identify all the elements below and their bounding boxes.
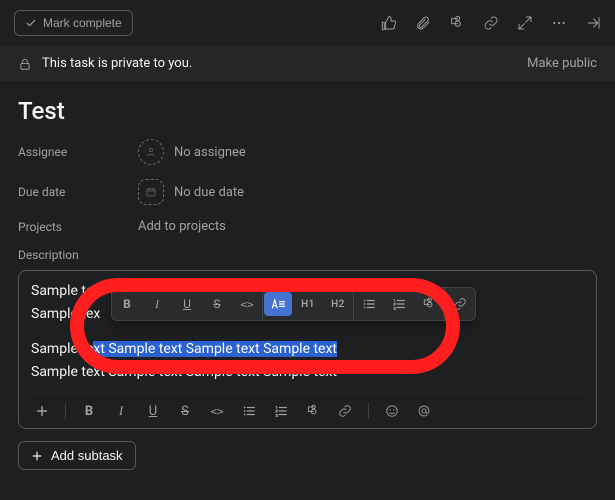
assignee-label: Assignee <box>18 145 118 159</box>
privacy-banner: This task is private to you. Make public <box>0 46 615 81</box>
bottom-mention-button[interactable] <box>415 402 433 420</box>
projects-label: Projects <box>18 220 118 234</box>
due-date-row: Due date No due date <box>18 179 597 205</box>
format-italic-button[interactable]: I <box>142 287 172 321</box>
mark-complete-label: Mark complete <box>43 16 122 30</box>
bottom-bold-button[interactable]: B <box>80 402 98 420</box>
format-h2-button[interactable]: H2 <box>323 287 353 321</box>
close-panel-icon[interactable] <box>585 15 601 31</box>
due-date-label: Due date <box>18 185 118 199</box>
format-underline-button[interactable]: U <box>172 287 202 321</box>
format-paragraph-button[interactable] <box>263 287 293 321</box>
desc-line-3a: Sample te <box>31 341 93 357</box>
privacy-message: This task is private to you. <box>42 56 192 71</box>
bottom-link-button[interactable] <box>336 402 354 420</box>
desc-line-4: Sample text Sample text Sample text Samp… <box>31 364 337 380</box>
format-strike-button[interactable]: S <box>202 287 232 321</box>
desc-line-2: Sample tex <box>31 306 100 322</box>
format-bullet-list-button[interactable] <box>354 287 384 321</box>
selected-text: xt Sample text Sample text Sample text <box>93 341 337 357</box>
bottom-italic-button[interactable]: I <box>112 402 130 420</box>
assignee-value[interactable]: No assignee <box>138 139 246 165</box>
due-date-value[interactable]: No due date <box>138 179 244 205</box>
bottom-code-button[interactable]: <> <box>208 402 226 420</box>
add-subtask-button[interactable]: Add subtask <box>18 441 136 470</box>
description-label: Description <box>18 248 597 262</box>
format-link-button[interactable] <box>445 287 475 321</box>
link-icon[interactable] <box>483 15 499 31</box>
desc-line-1: Sample text <box>31 283 105 299</box>
toolbar-separator <box>368 403 369 419</box>
bottom-indent-button[interactable] <box>304 402 322 420</box>
subtask-icon[interactable] <box>449 15 465 31</box>
format-code-button[interactable]: <> <box>232 287 262 321</box>
person-icon <box>138 139 164 165</box>
bottom-bullet-button[interactable] <box>240 402 258 420</box>
bottom-strike-button[interactable]: S <box>176 402 194 420</box>
expand-icon[interactable] <box>517 15 533 31</box>
task-content: Test Assignee No assignee Due date No du… <box>0 81 615 480</box>
add-to-projects-button[interactable]: Add to projects <box>138 219 226 234</box>
attachment-icon[interactable] <box>415 15 431 31</box>
topbar-actions <box>381 15 601 31</box>
lock-icon <box>18 57 32 71</box>
projects-row: Projects Add to projects <box>18 219 597 234</box>
format-h1-button[interactable]: H1 <box>293 287 323 321</box>
format-number-list-button[interactable] <box>384 287 414 321</box>
check-icon <box>25 17 37 29</box>
description-editor[interactable]: Sample text Sample tex Sample text Sampl… <box>18 270 597 429</box>
add-subtask-label: Add subtask <box>51 448 123 463</box>
insert-block-button[interactable] <box>33 402 51 420</box>
task-title[interactable]: Test <box>18 97 597 125</box>
bottom-number-button[interactable] <box>272 402 290 420</box>
format-bold-button[interactable]: B <box>112 287 142 321</box>
calendar-icon <box>138 179 164 205</box>
mark-complete-button[interactable]: Mark complete <box>14 10 133 36</box>
make-public-button[interactable]: Make public <box>527 56 597 71</box>
floating-format-toolbar: B I U S <> H1 H2 <box>111 287 476 321</box>
toolbar-separator <box>65 403 66 419</box>
more-icon[interactable] <box>551 15 567 31</box>
bottom-emoji-button[interactable] <box>383 402 401 420</box>
description-bottom-toolbar: B I U S <> <box>31 393 584 422</box>
task-top-toolbar: Mark complete <box>0 0 615 46</box>
like-icon[interactable] <box>381 15 397 31</box>
format-indent-button[interactable] <box>414 287 444 321</box>
assignee-row: Assignee No assignee <box>18 139 597 165</box>
bottom-underline-button[interactable]: U <box>144 402 162 420</box>
due-date-text: No due date <box>174 185 244 200</box>
assignee-text: No assignee <box>174 145 246 160</box>
